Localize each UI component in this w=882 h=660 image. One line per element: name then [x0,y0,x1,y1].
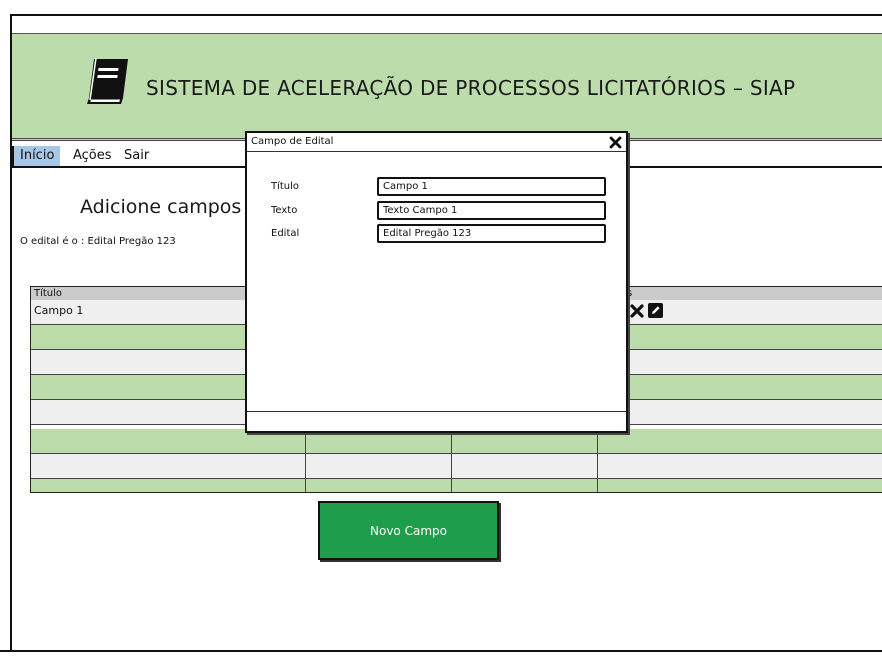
book-icon [80,56,134,106]
texto-label: Texto [271,205,298,216]
dialog-title: Campo de Edital [251,136,334,147]
titulo-input[interactable] [377,177,606,196]
app-header: SISTEMA DE ACELERAÇÃO DE PROCESSOS LICIT… [12,33,882,141]
field-dialog: Campo de Edital Título Texto Edital [245,131,628,433]
close-icon[interactable] [609,134,622,149]
dialog-titlebar: Campo de Edital [247,133,626,152]
edit-icon[interactable] [648,303,663,318]
delete-icon[interactable] [629,303,644,318]
row-actions [629,303,663,318]
edital-input[interactable] [377,224,606,243]
menu-item-acoes[interactable]: Ações [67,146,118,166]
page-title: Adicione campos [80,196,242,218]
menu-item-sair[interactable]: Sair [118,146,155,166]
texto-input[interactable] [377,201,606,220]
app-title: SISTEMA DE ACELERAÇÃO DE PROCESSOS LICIT… [146,76,796,100]
edital-label: Edital [271,228,300,239]
menu-item-inicio[interactable]: Início [12,146,61,166]
titulo-label: Título [271,181,300,192]
column-header-titulo: Título [34,288,63,299]
table-row[interactable] [31,454,882,479]
edital-info: O edital é o : Edital Pregão 123 [20,236,176,247]
dialog-footer [247,411,626,431]
table-row[interactable] [31,479,882,492]
cell-titulo: Campo 1 [34,304,84,317]
new-field-button[interactable]: Novo Campo [318,501,499,560]
bottom-border [0,650,882,652]
